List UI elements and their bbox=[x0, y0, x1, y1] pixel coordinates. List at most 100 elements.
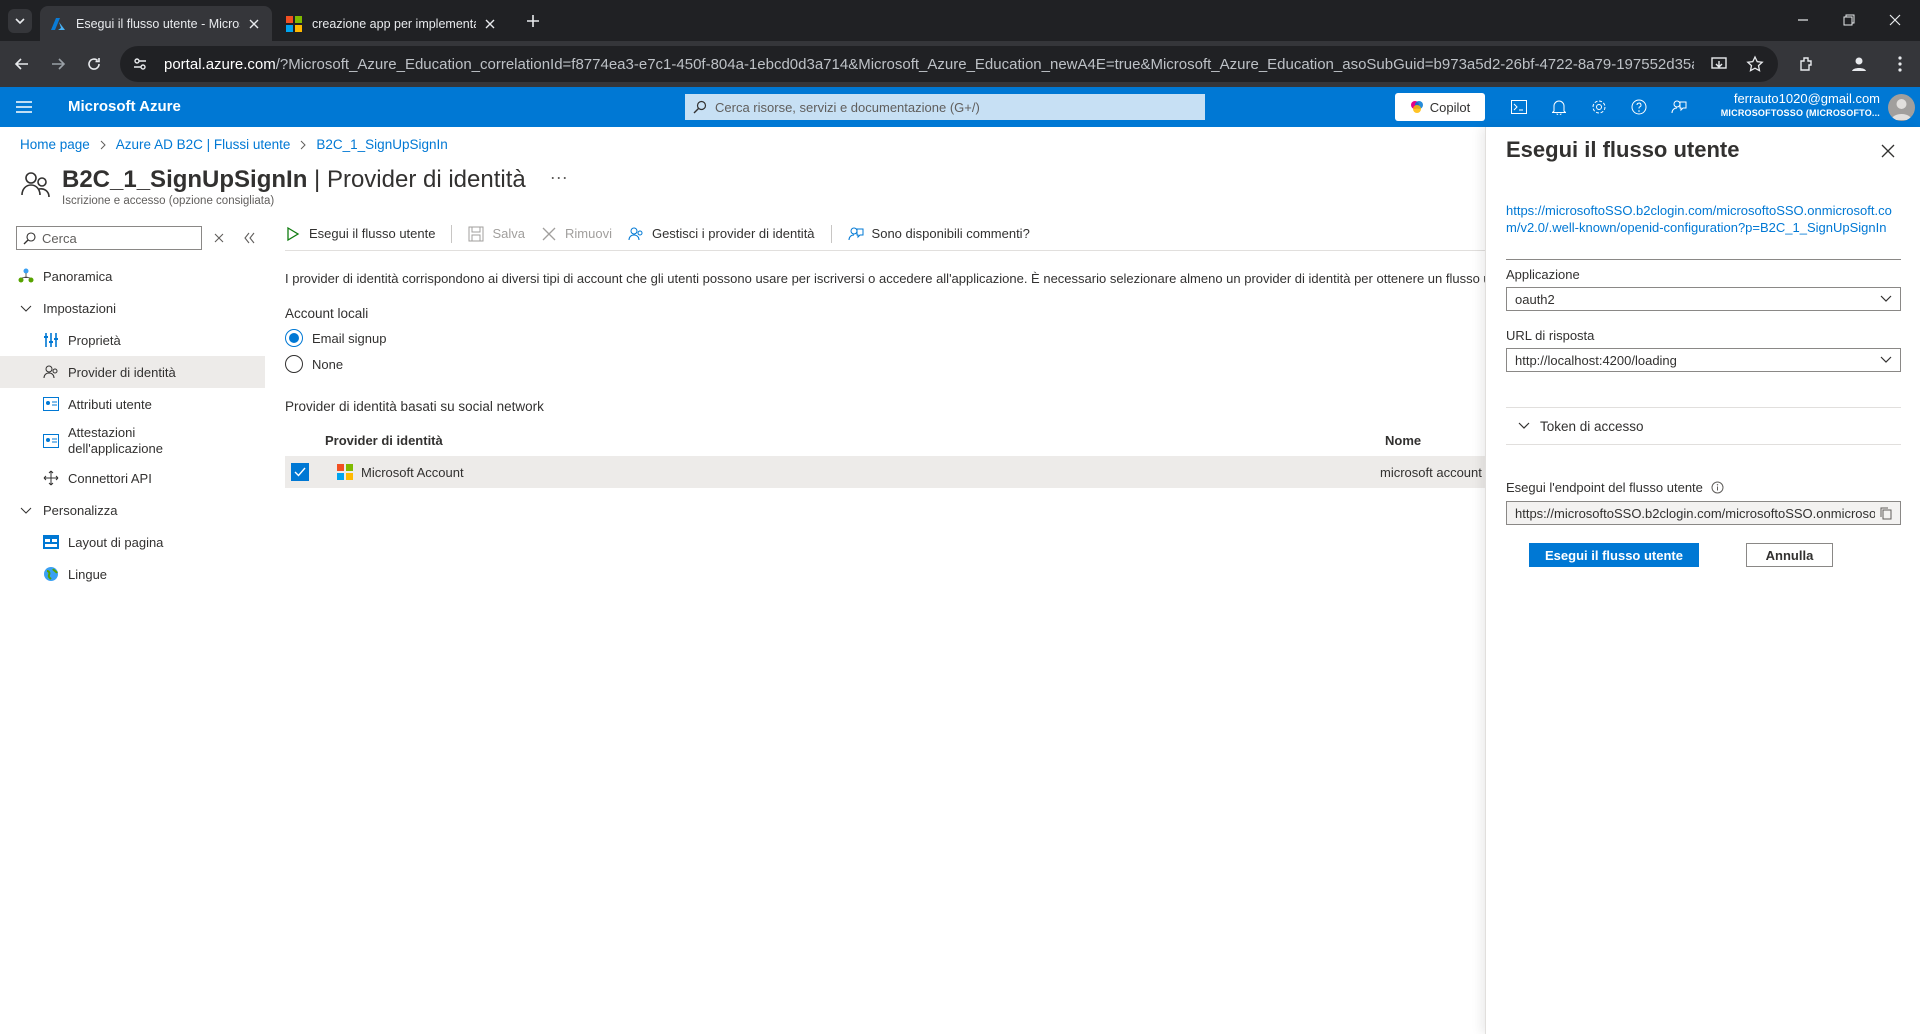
more-options-button[interactable]: ··· bbox=[550, 167, 568, 188]
properties-icon bbox=[43, 332, 59, 348]
breadcrumb-b2c-flows[interactable]: Azure AD B2C | Flussi utente bbox=[116, 137, 291, 152]
radio-selected-icon bbox=[285, 329, 303, 347]
reply-url-select[interactable]: http://localhost:4200/loading bbox=[1506, 348, 1901, 372]
azure-favicon-icon bbox=[51, 17, 65, 30]
browser-menu-icon[interactable] bbox=[1888, 52, 1912, 76]
endpoint-label-row: Esegui l'endpoint del flusso utente bbox=[1506, 480, 1724, 495]
avatar[interactable] bbox=[1888, 94, 1915, 121]
nav-group-impostazioni[interactable]: Impostazioni bbox=[0, 292, 265, 324]
user-attributes-icon bbox=[43, 396, 59, 412]
nav-item-connettori-api[interactable]: Connettori API bbox=[0, 462, 265, 494]
application-select[interactable]: oauth2 bbox=[1506, 287, 1901, 311]
nav-label-line1: Attestazioni bbox=[68, 425, 136, 440]
clear-search-icon[interactable] bbox=[212, 231, 226, 245]
nav-group-personalizza[interactable]: Personalizza bbox=[0, 494, 265, 526]
breadcrumb-signupsignin[interactable]: B2C_1_SignUpSignIn bbox=[316, 137, 447, 152]
hamburger-menu-icon[interactable] bbox=[14, 97, 34, 117]
reload-icon[interactable] bbox=[82, 52, 106, 76]
nav-item-provider-identita[interactable]: Provider di identità bbox=[0, 356, 265, 388]
global-search-input[interactable]: Cerca risorse, servizi e documentazione … bbox=[685, 94, 1205, 120]
bookmark-star-icon[interactable] bbox=[1744, 53, 1766, 75]
radio-none[interactable]: None bbox=[285, 355, 1485, 373]
close-panel-icon[interactable] bbox=[1880, 143, 1896, 159]
nav-item-lingue[interactable]: Lingue bbox=[0, 558, 265, 590]
table-row[interactable]: Microsoft Account microsoft account bbox=[285, 456, 1485, 488]
save-button[interactable]: Salva bbox=[468, 226, 525, 242]
global-search-placeholder: Cerca risorse, servizi e documentazione … bbox=[715, 99, 980, 115]
save-icon bbox=[468, 226, 484, 241]
close-tab-icon[interactable] bbox=[482, 16, 498, 32]
run-user-flow-button[interactable]: Esegui il flusso utente bbox=[285, 226, 435, 242]
manage-identity-providers-button[interactable]: Gestisci i provider di identità bbox=[628, 226, 815, 242]
run-user-flow-panel: Esegui il flusso utente https://microsof… bbox=[1485, 127, 1920, 1034]
browser-tab[interactable]: creazione app per implementar bbox=[276, 6, 508, 41]
browser-chrome: Esegui il flusso utente - Microso creazi… bbox=[0, 0, 1920, 87]
notifications-bell-icon[interactable] bbox=[1547, 95, 1571, 119]
manage-identity-providers-label: Gestisci i provider di identità bbox=[651, 226, 815, 241]
back-icon[interactable] bbox=[10, 52, 34, 76]
address-bar[interactable]: portal.azure.com/?Microsoft_Azure_Educat… bbox=[120, 46, 1778, 82]
info-icon[interactable] bbox=[1711, 481, 1724, 494]
nav-item-attributi-utente[interactable]: Attributi utente bbox=[0, 388, 265, 420]
restore-icon[interactable] bbox=[1826, 8, 1872, 32]
save-label: Salva bbox=[492, 226, 525, 241]
feedback-button[interactable]: Sono disponibili commenti? bbox=[848, 226, 1030, 242]
radio-email-signup[interactable]: Email signup bbox=[285, 329, 1485, 347]
nav-item-proprieta[interactable]: Proprietà bbox=[0, 324, 265, 356]
column-header-provider: Provider di identità bbox=[325, 432, 443, 448]
tab-search-button[interactable] bbox=[8, 9, 32, 33]
minimize-icon[interactable] bbox=[1780, 8, 1826, 32]
endpoint-field[interactable]: https://microsoftoSSO.b2clogin.com/micro… bbox=[1506, 501, 1901, 525]
feedback-icon[interactable] bbox=[1667, 95, 1691, 119]
left-nav-search-input[interactable]: Cerca bbox=[16, 226, 202, 250]
search-icon bbox=[693, 100, 707, 114]
copy-icon[interactable] bbox=[1880, 507, 1892, 520]
help-icon[interactable] bbox=[1627, 95, 1651, 119]
close-window-icon[interactable] bbox=[1872, 8, 1918, 32]
claims-icon bbox=[43, 433, 59, 449]
chevron-down-icon bbox=[1518, 422, 1530, 429]
azure-brand[interactable]: Microsoft Azure bbox=[68, 98, 181, 115]
profile-icon[interactable] bbox=[1847, 52, 1871, 76]
openid-config-link[interactable]: https://microsoftoSSO.b2clogin.com/micro… bbox=[1506, 202, 1901, 236]
copilot-button[interactable]: Copilot bbox=[1395, 93, 1485, 121]
breadcrumb-home[interactable]: Home page bbox=[20, 137, 90, 152]
command-separator bbox=[830, 224, 832, 243]
install-app-icon[interactable] bbox=[1708, 53, 1730, 75]
page-title: B2C_1_SignUpSignIn | Provider di identit… bbox=[62, 165, 526, 195]
checkbox-checked[interactable] bbox=[291, 463, 309, 481]
overview-icon bbox=[18, 268, 34, 284]
account-info[interactable]: ferrauto1020@gmail.com MICROSOFTOSSO (MI… bbox=[1700, 91, 1880, 121]
forward-icon[interactable] bbox=[46, 52, 70, 76]
page-layout-icon bbox=[43, 534, 59, 550]
application-value: oauth2 bbox=[1515, 291, 1555, 307]
nav-label: Proprietà bbox=[68, 332, 121, 348]
main-blade: Home page Azure AD B2C | Flussi utente B… bbox=[0, 127, 1485, 1034]
close-tab-icon[interactable] bbox=[246, 16, 262, 32]
settings-gear-icon[interactable] bbox=[1587, 95, 1611, 119]
chevron-down-icon bbox=[15, 18, 25, 25]
page-subtitle: Iscrizione e accesso (opzione consigliat… bbox=[62, 195, 275, 207]
new-tab-icon[interactable] bbox=[522, 10, 544, 32]
collapse-menu-icon[interactable] bbox=[242, 231, 256, 245]
endpoint-label: Esegui l'endpoint del flusso utente bbox=[1506, 480, 1703, 495]
access-token-expander[interactable]: Token di accesso bbox=[1506, 407, 1901, 445]
browser-tab-active[interactable]: Esegui il flusso utente - Microso bbox=[40, 6, 272, 41]
chevron-down-icon bbox=[18, 300, 34, 316]
nav-item-attestazioni[interactable]: Attestazioni dell'applicazione bbox=[0, 420, 265, 462]
site-info-icon[interactable] bbox=[132, 56, 148, 72]
nav-item-layout-pagina[interactable]: Layout di pagina bbox=[0, 526, 265, 558]
remove-button[interactable]: Rimuovi bbox=[541, 226, 612, 242]
nav-item-panoramica[interactable]: Panoramica bbox=[0, 260, 265, 292]
nav-label: Connettori API bbox=[68, 470, 152, 486]
left-nav-search-placeholder: Cerca bbox=[42, 230, 77, 246]
cloud-shell-icon[interactable] bbox=[1507, 95, 1531, 119]
run-user-flow-submit-button[interactable]: Esegui il flusso utente bbox=[1529, 543, 1699, 567]
page-header: B2C_1_SignUpSignIn | Provider di identit… bbox=[20, 165, 568, 207]
identity-providers-icon bbox=[21, 172, 50, 198]
nav-label: Panoramica bbox=[43, 268, 113, 284]
extensions-icon[interactable] bbox=[1795, 52, 1819, 76]
chevron-down-icon bbox=[1880, 356, 1892, 363]
run-user-flow-label: Esegui il flusso utente bbox=[309, 226, 436, 241]
cancel-button[interactable]: Annulla bbox=[1746, 543, 1833, 567]
